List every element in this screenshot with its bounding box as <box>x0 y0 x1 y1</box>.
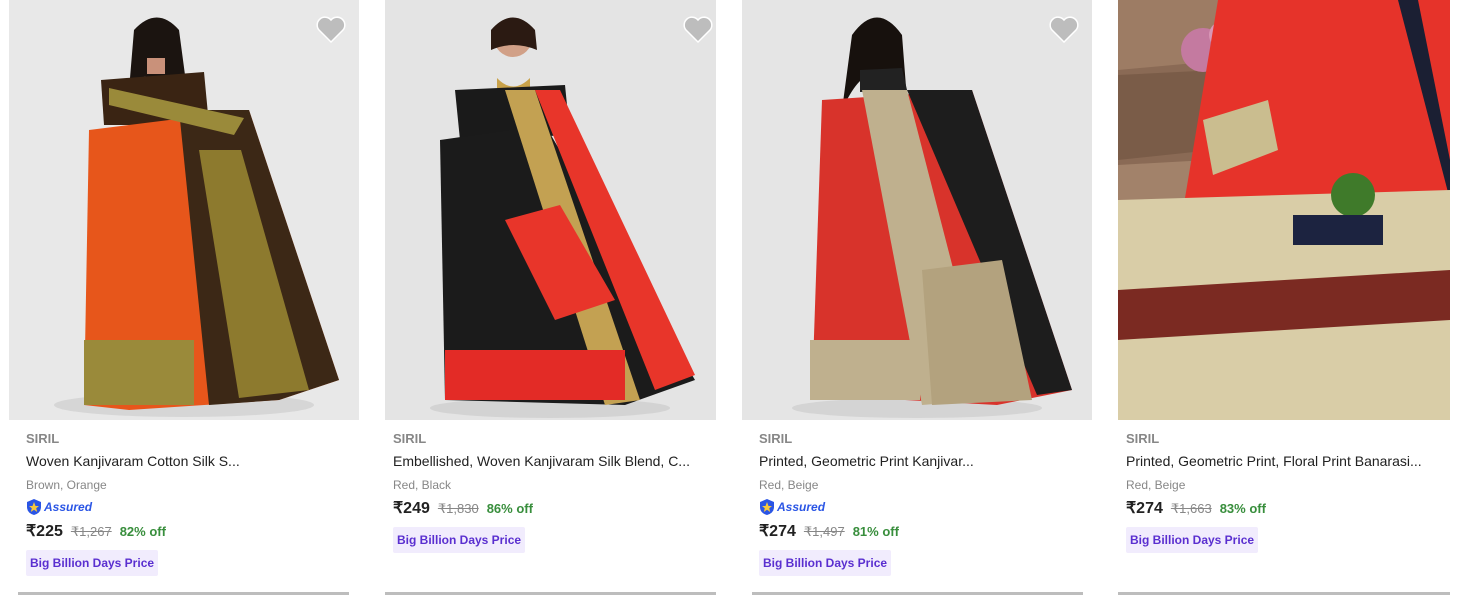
product-image[interactable] <box>9 0 359 420</box>
selling-price: ₹274 <box>759 523 796 540</box>
price-row: ₹274 ₹1,663 83% off <box>1126 498 1444 520</box>
brand-name: SIRIL <box>26 431 60 446</box>
product-card[interactable]: SIRIL Embellished, Woven Kanjivaram Silk… <box>385 0 716 595</box>
product-info: SIRIL Printed, Geometric Print Kanjivar.… <box>759 430 1086 576</box>
product-color: Red, Beige <box>1126 478 1186 492</box>
assured-badge: Assured <box>759 498 1086 516</box>
discount-percent: 81% off <box>852 524 899 539</box>
assured-shield-icon <box>27 499 41 515</box>
product-info: SIRIL Embellished, Woven Kanjivaram Silk… <box>393 430 710 553</box>
product-info: SIRIL Printed, Geometric Print, Floral P… <box>1126 430 1444 553</box>
product-image[interactable] <box>742 0 1092 420</box>
product-image[interactable] <box>385 0 716 420</box>
discount-percent: 86% off <box>486 501 533 516</box>
offer-badge: Big Billion Days Price <box>759 550 892 576</box>
offer-badge: Big Billion Days Price <box>26 550 159 576</box>
product-title[interactable]: Woven Kanjivaram Cotton Silk S... <box>26 452 353 470</box>
brand-name: SIRIL <box>1126 431 1160 446</box>
selling-price: ₹249 <box>393 500 430 517</box>
brand-name: SIRIL <box>759 431 793 446</box>
product-card[interactable]: SIRIL Printed, Geometric Print Kanjivar.… <box>742 0 1092 595</box>
wishlist-heart-icon[interactable] <box>683 15 713 44</box>
assured-shield-icon <box>760 499 774 515</box>
original-price: ₹1,830 <box>437 501 479 516</box>
product-color: Red, Beige <box>759 478 819 492</box>
assured-label: Assured <box>44 500 93 514</box>
brand-name: SIRIL <box>393 431 427 446</box>
selling-price: ₹274 <box>1126 500 1163 517</box>
offer-badge: Big Billion Days Price <box>393 527 526 553</box>
product-title[interactable]: Printed, Geometric Print Kanjivar... <box>759 452 1086 470</box>
product-info: SIRIL Woven Kanjivaram Cotton Silk S... … <box>26 430 353 576</box>
product-color: Red, Black <box>393 478 452 492</box>
product-title[interactable]: Embellished, Woven Kanjivaram Silk Blend… <box>393 452 710 470</box>
offer-badge: Big Billion Days Price <box>1126 527 1259 553</box>
assured-label: Assured <box>777 500 826 514</box>
price-row: ₹225 ₹1,267 82% off <box>26 521 353 543</box>
product-title[interactable]: Printed, Geometric Print, Floral Print B… <box>1126 452 1444 470</box>
wishlist-heart-icon[interactable] <box>316 15 346 44</box>
discount-percent: 83% off <box>1219 501 1266 516</box>
product-card[interactable]: SIRIL Woven Kanjivaram Cotton Silk S... … <box>9 0 359 595</box>
wishlist-heart-icon[interactable] <box>1049 15 1079 44</box>
original-price: ₹1,663 <box>1170 501 1212 516</box>
selling-price: ₹225 <box>26 523 63 540</box>
price-row: ₹249 ₹1,830 86% off <box>393 498 710 520</box>
original-price: ₹1,267 <box>70 524 112 539</box>
product-color: Brown, Orange <box>26 478 107 492</box>
assured-badge: Assured <box>26 498 353 516</box>
original-price: ₹1,497 <box>803 524 845 539</box>
price-row: ₹274 ₹1,497 81% off <box>759 521 1086 543</box>
discount-percent: 82% off <box>119 524 166 539</box>
product-image[interactable] <box>1118 0 1450 420</box>
product-card[interactable]: SIRIL Printed, Geometric Print, Floral P… <box>1118 0 1450 595</box>
